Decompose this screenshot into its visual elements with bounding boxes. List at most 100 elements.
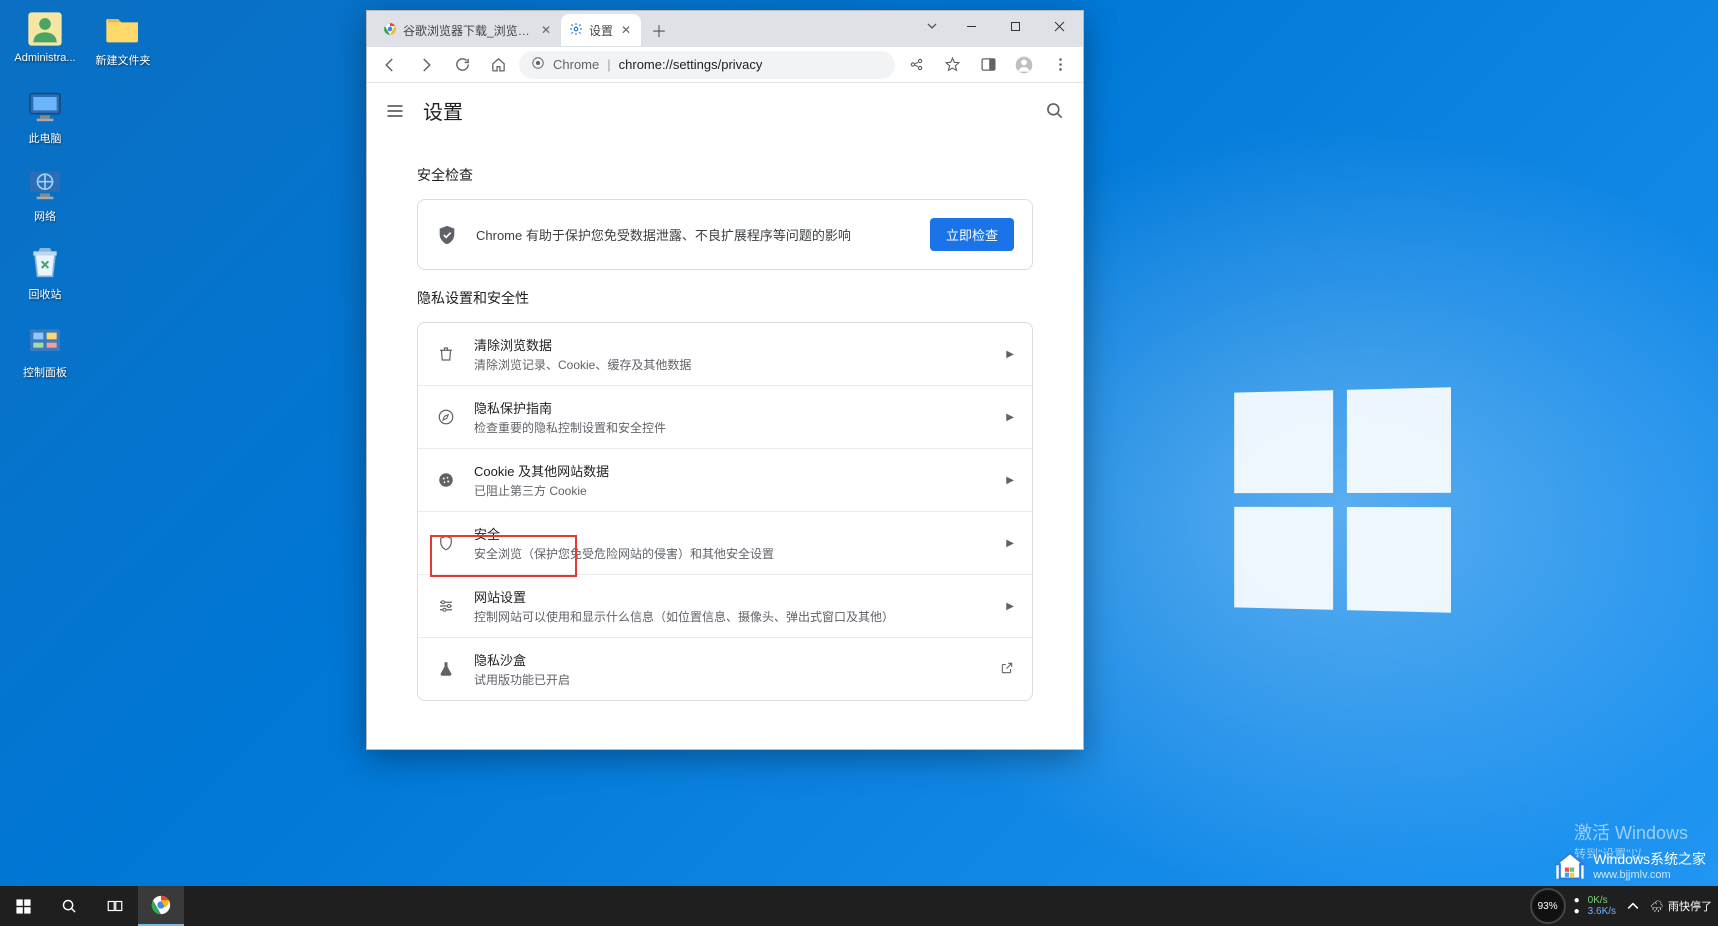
address-url: chrome://settings/privacy [619, 57, 763, 72]
shield-icon [436, 224, 458, 246]
tab-other[interactable]: 谷歌浏览器下载_浏览器官网入口 ✕ [375, 14, 561, 46]
taskbar: 93% ● ● 0K/s 3.6K/s 🌧 雨快停了 [0, 886, 1718, 926]
address-prefix: Chrome [553, 57, 599, 72]
side-panel-button[interactable] [973, 50, 1003, 80]
desktop-icon-label: 此电脑 [29, 130, 62, 146]
tab-label: 谷歌浏览器下载_浏览器官网入口 [403, 22, 533, 39]
row-title: 隐私沙盒 [474, 650, 982, 669]
windows-logo-graphic [1234, 387, 1451, 612]
user-icon [24, 8, 66, 50]
start-button[interactable] [0, 886, 46, 926]
recycle-bin-icon [24, 242, 66, 284]
home-button[interactable] [483, 50, 513, 80]
house-icon [1553, 848, 1587, 882]
minimize-button[interactable] [949, 11, 993, 41]
performance-meter[interactable]: 93% [1530, 888, 1566, 924]
address-bar[interactable]: Chrome | chrome://settings/privacy [519, 51, 895, 79]
taskbar-chrome-button[interactable] [138, 886, 184, 926]
tab-settings[interactable]: 设置 ✕ [561, 14, 641, 46]
flask-icon [436, 659, 456, 679]
desktop-icon-recycle[interactable]: 回收站 [8, 242, 82, 302]
sliders-icon [436, 596, 456, 616]
page-title: 设置 [423, 96, 463, 125]
task-view-button[interactable] [92, 886, 138, 926]
globe-icon [24, 164, 66, 206]
desktop-icon-label: 新建文件夹 [96, 52, 151, 68]
desktop-icon-label: Administra... [14, 52, 75, 64]
back-button[interactable] [375, 50, 405, 80]
row-privacy-sandbox[interactable]: 隐私沙盒试用版功能已开启 [418, 637, 1032, 700]
row-title: 网站设置 [474, 587, 988, 606]
desktop-icon-control-panel[interactable]: 控制面板 [8, 320, 82, 380]
chrome-page-icon [531, 56, 545, 73]
upload-speed: 0K/s [1588, 895, 1616, 906]
safety-check-card: Chrome 有助于保护您免受数据泄露、不良扩展程序等问题的影响 立即检查 [417, 199, 1033, 270]
share-button[interactable] [901, 50, 931, 80]
safety-check-text: Chrome 有助于保护您免受数据泄露、不良扩展程序等问题的影响 [476, 225, 912, 244]
address-separator: | [607, 57, 610, 72]
new-tab-button[interactable]: ＋ [645, 16, 673, 44]
activate-line1: 激活 Windows [1574, 819, 1688, 845]
trash-icon [436, 344, 456, 364]
tab-strip: 谷歌浏览器下载_浏览器官网入口 ✕ 设置 ✕ ＋ [367, 13, 915, 47]
computer-icon [24, 86, 66, 128]
folder-icon [102, 8, 144, 50]
tray-chevron-up-icon[interactable] [1624, 897, 1642, 915]
site-watermark: Windows系统之家 www.bjjmlv.com [1553, 848, 1706, 882]
weather-text: 雨快停了 [1668, 898, 1712, 914]
chevron-right-icon: ▶ [1006, 349, 1014, 360]
close-icon[interactable]: ✕ [619, 23, 633, 37]
watermark-url: www.bjjmlv.com [1593, 869, 1706, 881]
chrome-favicon-icon [383, 22, 397, 39]
desktop-icon-network[interactable]: 网络 [8, 164, 82, 224]
desktop-icons-column: Administra... 新建文件夹 此电脑 网络 回收站 控制面板 [8, 8, 160, 380]
close-icon[interactable]: ✕ [539, 23, 553, 37]
browser-toolbar: Chrome | chrome://settings/privacy [367, 47, 1083, 83]
reload-button[interactable] [447, 50, 477, 80]
control-panel-icon [24, 320, 66, 362]
row-subtitle: 安全浏览（保护您免受危险网站的侵害）和其他安全设置 [474, 545, 988, 562]
chrome-window: 谷歌浏览器下载_浏览器官网入口 ✕ 设置 ✕ ＋ Chrome | chrome [366, 10, 1084, 750]
weather-widget[interactable]: 🌧 雨快停了 [1650, 898, 1712, 914]
bookmark-button[interactable] [937, 50, 967, 80]
chevron-right-icon: ▶ [1006, 475, 1014, 486]
row-title: 清除浏览数据 [474, 335, 988, 354]
check-now-button[interactable]: 立即检查 [930, 218, 1014, 251]
row-clear-browsing-data[interactable]: 清除浏览数据清除浏览记录、Cookie、缓存及其他数据 ▶ [418, 323, 1032, 385]
search-button[interactable] [1043, 99, 1067, 123]
chevron-down-icon[interactable] [915, 11, 949, 41]
row-subtitle: 已阻止第三方 Cookie [474, 482, 988, 499]
desktop-icon-admin[interactable]: Administra... [8, 8, 82, 68]
window-controls [915, 11, 1081, 41]
rain-icon: 🌧 [1650, 900, 1664, 913]
row-title: Cookie 及其他网站数据 [474, 461, 988, 480]
settings-header: 设置 [367, 83, 1083, 139]
search-taskbar-button[interactable] [46, 886, 92, 926]
desktop-icon-label: 控制面板 [23, 364, 67, 380]
close-button[interactable] [1037, 11, 1081, 41]
safety-check-heading: 安全检查 [417, 165, 1033, 185]
row-site-settings[interactable]: 网站设置控制网站可以使用和显示什么信息（如位置信息、摄像头、弹出式窗口及其他） … [418, 574, 1032, 637]
row-security[interactable]: 安全安全浏览（保护您免受危险网站的侵害）和其他安全设置 ▶ [418, 511, 1032, 574]
download-speed: 3.6K/s [1588, 906, 1616, 917]
desktop-icon-label: 网络 [34, 208, 56, 224]
row-cookies[interactable]: Cookie 及其他网站数据已阻止第三方 Cookie ▶ [418, 448, 1032, 511]
forward-button[interactable] [411, 50, 441, 80]
menu-button[interactable] [1045, 50, 1075, 80]
settings-content: 设置 安全检查 Chrome 有助于保护您免受数据泄露、不良扩展程序等问题的影响… [367, 83, 1083, 749]
chevron-right-icon: ▶ [1006, 538, 1014, 549]
maximize-button[interactable] [993, 11, 1037, 41]
chevron-right-icon: ▶ [1006, 601, 1014, 612]
row-title: 安全 [474, 524, 988, 543]
external-link-icon [1000, 661, 1014, 678]
network-speed-widget[interactable]: ● ● [1574, 895, 1580, 917]
shield-outline-icon [436, 533, 456, 553]
gear-icon [569, 22, 583, 39]
hamburger-menu-button[interactable] [383, 99, 407, 123]
desktop-icon-label: 回收站 [29, 286, 62, 302]
row-privacy-guide[interactable]: 隐私保护指南检查重要的隐私控制设置和安全控件 ▶ [418, 385, 1032, 448]
profile-button[interactable] [1009, 50, 1039, 80]
desktop-icon-newfolder[interactable]: 新建文件夹 [86, 8, 160, 68]
desktop-icon-thispc[interactable]: 此电脑 [8, 86, 82, 146]
privacy-heading: 隐私设置和安全性 [417, 288, 1033, 308]
